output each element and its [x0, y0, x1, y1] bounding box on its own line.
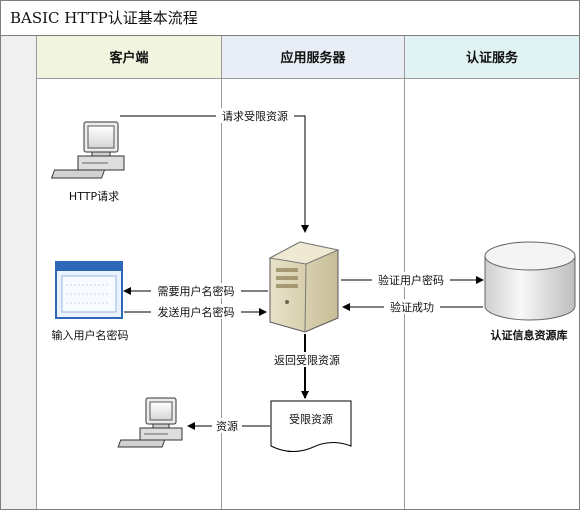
edge-label-resource: 资源 [216, 419, 238, 433]
diagram-title: BASIC HTTP认证基本流程 [10, 9, 198, 27]
lane-label-client: 客户端 [109, 50, 148, 66]
server-icon [268, 241, 340, 333]
edge-label-verify-credentials: 验证用户密码 [378, 273, 444, 287]
flow-diagram: BASIC HTTP认证基本流程 客户端 应用服务器 认证服务 请求受限资源 需… [0, 0, 580, 510]
edge-label-return-resource: 返回受限资源 [274, 353, 340, 367]
database-icon [484, 241, 576, 321]
lane-label-auth-service: 认证服务 [466, 50, 519, 66]
edge-label-verify-success: 验证成功 [390, 300, 434, 314]
node-label-input-credentials: 输入用户名密码 [52, 328, 129, 342]
pool-gutter [1, 36, 36, 509]
edge-label-send-credentials: 发送用户名密码 [158, 305, 235, 319]
lane-label-app-server: 应用服务器 [280, 50, 346, 66]
node-label-http-request: HTTP请求 [69, 190, 119, 203]
node-label-auth-db: 认证信息资源库 [491, 328, 568, 342]
edge-label-request-resource: 请求受限资源 [222, 109, 288, 123]
edge-label-need-credentials: 需要用户名密码 [158, 284, 235, 298]
login-window-icon [55, 261, 123, 319]
node-label-restricted-resource: 受限资源 [289, 412, 333, 426]
diagram-canvas: BASIC HTTP认证基本流程 客户端 应用服务器 认证服务 请求受限资源 需… [0, 0, 580, 510]
